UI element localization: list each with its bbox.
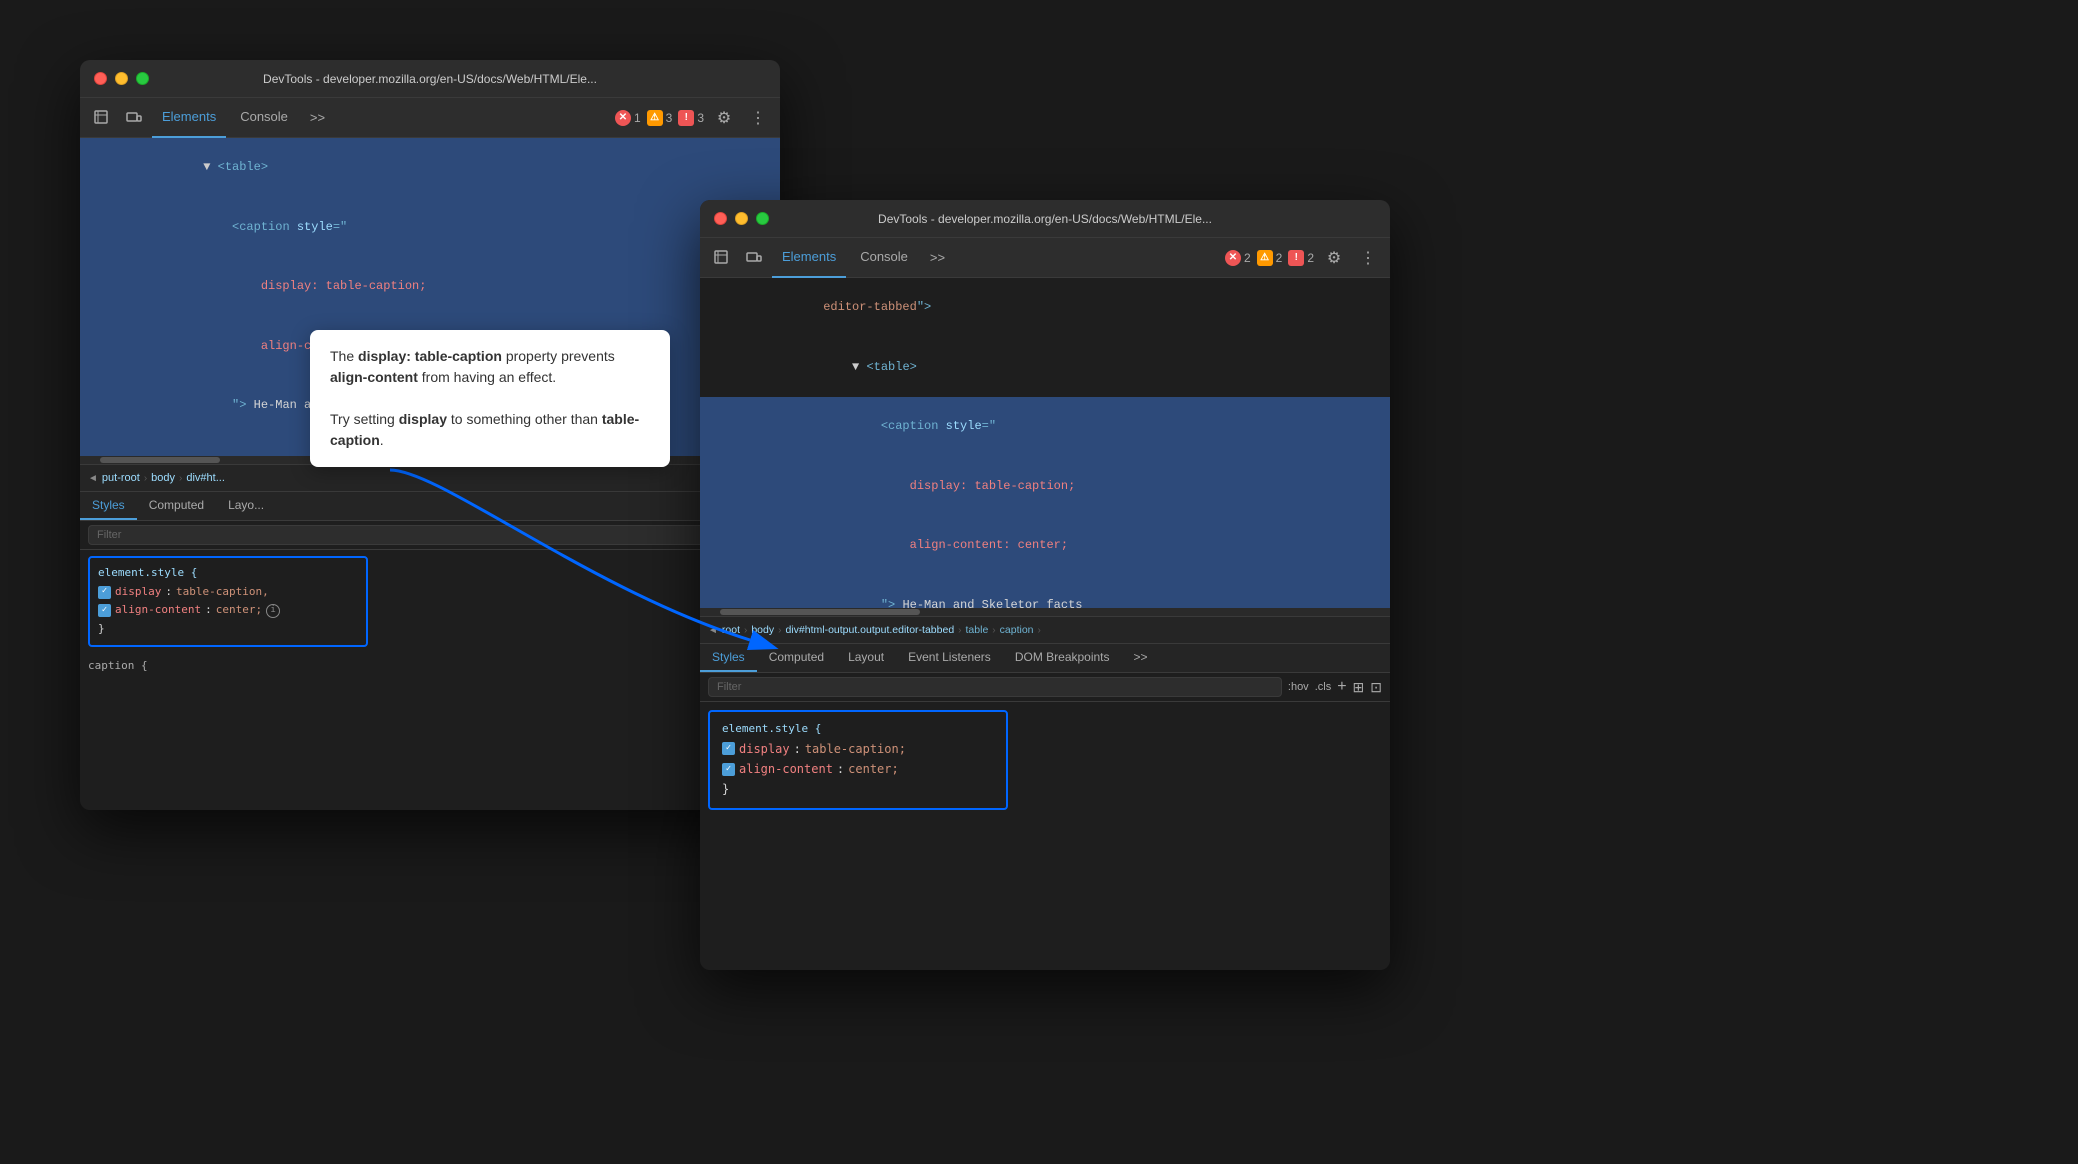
layout-tab-1[interactable]: Layo... [216,492,276,520]
responsive-icon[interactable] [120,104,148,132]
settings-button-1[interactable]: ⚙ [710,104,738,132]
layout-tab-2[interactable]: Layout [836,644,896,672]
info-badge-2: ! 2 [1288,250,1314,266]
css-close-1: } [98,620,358,639]
styles-tab-1[interactable]: Styles [80,492,137,520]
error-icon-2: ✕ [1225,250,1241,266]
event-listeners-tab-2[interactable]: Event Listeners [896,644,1003,672]
error-icon-1: ✕ [615,110,631,126]
window-1-title: DevTools - developer.mozilla.org/en-US/d… [263,72,597,86]
window-2-titlebar: DevTools - developer.mozilla.org/en-US/d… [700,200,1390,238]
warning-badge-1: ⚠ 3 [647,110,673,126]
info-badge-1: ! 3 [678,110,704,126]
css-rule-1: element.style { display: table-caption, … [88,556,368,647]
tooltip-text: The display: table-caption property prev… [330,346,650,388]
css-prop-align-1[interactable]: align-content: center; i [98,601,358,620]
inspector-icon[interactable] [88,104,116,132]
settings-button-2[interactable]: ⚙ [1320,244,1348,272]
css-selector-1: element.style { [98,564,358,583]
add-rule-button[interactable]: + [1337,678,1346,696]
warning-badge-2: ⚠ 2 [1257,250,1283,266]
blue-arrow [340,440,840,790]
more-tabs-1[interactable]: >> [302,106,333,129]
tooltip-hint: Try setting display to something other t… [330,409,650,451]
more-panel-tabs-2[interactable]: >> [1122,644,1160,672]
info-icon-1[interactable]: i [266,604,280,618]
html-line-table-2[interactable]: ▼ <table> [700,338,1390,398]
info-icon-badge-2: ! [1288,250,1304,266]
traffic-lights-2[interactable] [714,212,769,225]
paint-icon[interactable]: ⊡ [1370,679,1382,696]
tab-elements-2[interactable]: Elements [772,238,846,278]
menu-button-2[interactable]: ⋮ [1354,244,1382,272]
html-line-table[interactable]: ▼ <table> [80,138,780,198]
toolbar-badges-1: ✕ 1 ⚠ 3 ! 3 ⚙ ⋮ [615,104,772,132]
window-2-title: DevTools - developer.mozilla.org/en-US/d… [878,212,1212,226]
warning-icon-2: ⚠ [1257,250,1273,266]
computed-icon[interactable]: ⊞ [1353,679,1365,696]
cls-button[interactable]: .cls [1315,681,1332,693]
warning-icon-1: ⚠ [647,110,663,126]
breadcrumb-put-root[interactable]: put-root [102,472,140,484]
close-button-2[interactable] [714,212,727,225]
window-2-toolbar: Elements Console >> ✕ 2 ⚠ 2 ! 2 ⚙ [700,238,1390,278]
inspector-icon-2[interactable] [708,244,736,272]
traffic-lights-1[interactable] [94,72,149,85]
more-tabs-2[interactable]: >> [922,246,953,269]
window-1-toolbar: Elements Console >> ✕ 1 ⚠ 3 ! 3 ⚙ [80,98,780,138]
tab-console-2[interactable]: Console [850,238,918,278]
window-1-titlebar: DevTools - developer.mozilla.org/en-US/d… [80,60,780,98]
info-icon-badge-1: ! [678,110,694,126]
maximize-button-1[interactable] [136,72,149,85]
breadcrumb-div-1[interactable]: div#ht... [186,472,225,484]
checkbox-display-1[interactable] [98,586,111,599]
minimize-button-1[interactable] [115,72,128,85]
breadcrumb-table[interactable]: table [966,624,989,636]
dom-breakpoints-tab-2[interactable]: DOM Breakpoints [1003,644,1122,672]
toolbar-badges-2: ✕ 2 ⚠ 2 ! 2 ⚙ ⋮ [1225,244,1382,272]
html-line-editor-tabbed[interactable]: editor-tabbed"> [700,278,1390,338]
error-badge-1: ✕ 1 [615,110,641,126]
css-prop-display-1[interactable]: display: table-caption, [98,583,358,602]
breadcrumb-caption[interactable]: caption [1000,624,1034,636]
scrollbar-thumb-1[interactable] [100,457,220,463]
breadcrumb-back-1[interactable]: ◄ [88,473,98,484]
computed-tab-1[interactable]: Computed [137,492,216,520]
hov-button[interactable]: :hov [1288,681,1309,693]
tab-console-1[interactable]: Console [230,98,298,138]
maximize-button-2[interactable] [756,212,769,225]
menu-button-1[interactable]: ⋮ [744,104,772,132]
error-badge-2: ✕ 2 [1225,250,1251,266]
breadcrumb-body-1[interactable]: body [151,472,175,484]
minimize-button-2[interactable] [735,212,748,225]
html-line-display[interactable]: display: table-caption; [80,257,780,317]
tooltip-callout: The display: table-caption property prev… [310,330,670,467]
html-line-caption-open[interactable]: <caption style=" [80,198,780,258]
close-button-1[interactable] [94,72,107,85]
tab-elements-1[interactable]: Elements [152,98,226,138]
checkbox-align-1[interactable] [98,604,111,617]
responsive-icon-2[interactable] [740,244,768,272]
